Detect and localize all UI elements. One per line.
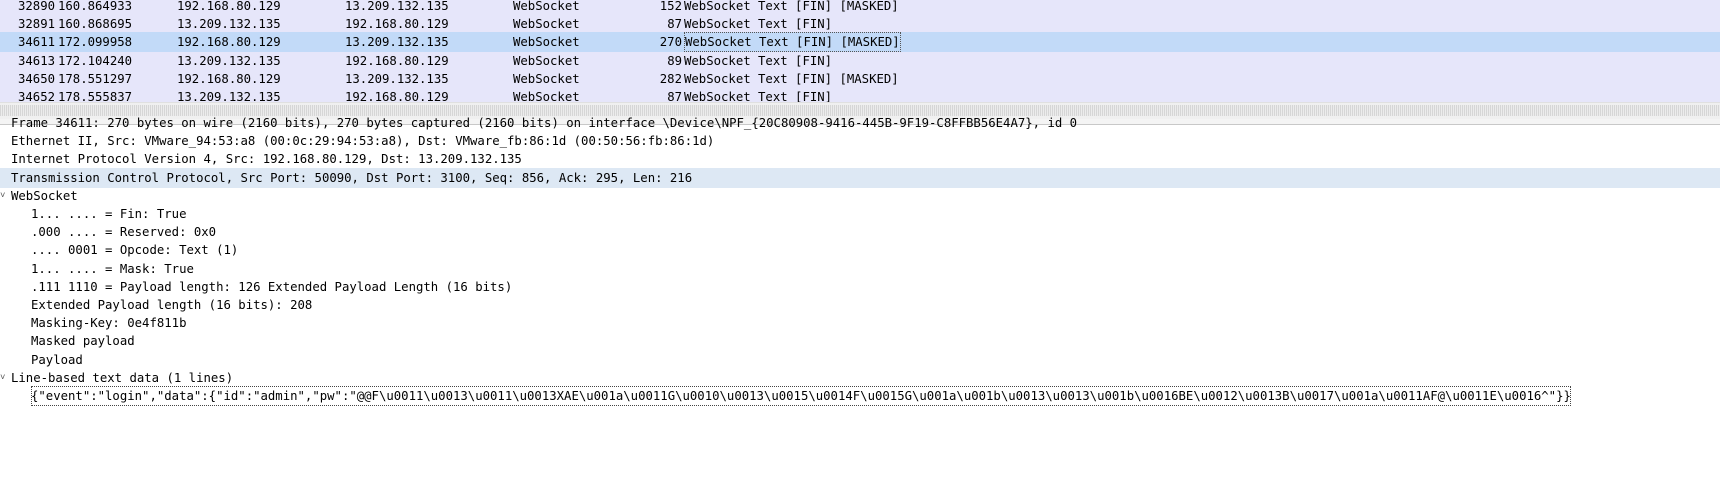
packet-no-cell: 34613	[18, 53, 56, 68]
packet-len-cell: 270	[659, 35, 682, 50]
packet-src-cell: 192.168.80.129	[177, 35, 281, 50]
packet-dst-cell: 192.168.80.129	[345, 17, 449, 32]
packet-src-cell: 192.168.80.129	[177, 71, 281, 86]
packet-dst-cell: 192.168.80.129	[345, 53, 449, 68]
detail-tree-label: Ethernet II, Src: VMware_94:53:a8 (00:0c…	[11, 134, 715, 149]
expand-arrow-icon[interactable]: ˅	[0, 368, 5, 388]
detail-tree-item[interactable]: .000 .... = Reserved: 0x0	[0, 222, 1720, 242]
detail-tree-item[interactable]: ˅ WebSocket	[0, 186, 1720, 206]
packet-no-cell: 32891	[18, 17, 56, 32]
packet-info-cell: WebSocket Text [FIN] [MASKED]	[684, 32, 901, 53]
packet-len-cell: 87	[667, 90, 682, 102]
detail-tree-label: Internet Protocol Version 4, Src: 192.16…	[11, 152, 522, 167]
detail-tree-item[interactable]: Ethernet II, Src: VMware_94:53:a8 (00:0c…	[0, 131, 1720, 151]
packet-row[interactable]: 34613 172.104240 13.209.132.135 192.168.80.…	[0, 51, 1720, 71]
packet-time-cell: 178.551297	[58, 71, 133, 86]
expand-arrow-icon[interactable]: ˅	[0, 186, 5, 206]
detail-tree-label: Frame 34611: 270 bytes on wire (2160 bit…	[11, 116, 1078, 130]
packet-time-cell: 178.555837	[58, 90, 133, 102]
packet-info-cell: WebSocket Text [FIN]	[684, 90, 833, 102]
detail-tree-label: WebSocket	[11, 188, 78, 203]
detail-tree-item[interactable]: 1... .... = Fin: True	[0, 204, 1720, 224]
packet-len-cell: 87	[667, 17, 682, 32]
packet-len-cell: 282	[659, 71, 682, 86]
packet-info-cell: WebSocket Text [FIN] [MASKED]	[684, 71, 899, 86]
detail-tree-label: Masked payload	[31, 334, 135, 349]
detail-tree-item[interactable]: 1... .... = Mask: True	[0, 259, 1720, 279]
detail-tree-item[interactable]: Internet Protocol Version 4, Src: 192.16…	[0, 149, 1720, 169]
packet-src-cell: 13.209.132.135	[177, 17, 281, 32]
detail-tree-label: .... 0001 = Opcode: Text (1)	[31, 243, 239, 258]
packet-proto-cell: WebSocket	[513, 71, 580, 86]
packet-time-cell: 172.104240	[58, 53, 133, 68]
detail-tree-item[interactable]: Extended Payload length (16 bits): 208	[0, 295, 1720, 315]
detail-tree-item[interactable]: Masked payload	[0, 331, 1720, 351]
detail-tree-item[interactable]: Transmission Control Protocol, Src Port:…	[0, 167, 1720, 188]
detail-tree-label: Line-based text data (1 lines)	[11, 370, 234, 385]
detail-tree-label: Masking-Key: 0e4f811b	[31, 316, 187, 331]
packet-dst-cell: 192.168.80.129	[345, 90, 449, 102]
packet-list[interactable]: 32890 160.864933 192.168.80.129 13.209.132.…	[0, 0, 1720, 102]
detail-tree-label: Extended Payload length (16 bits): 208	[31, 298, 313, 312]
detail-tree-item[interactable]: Payload	[0, 350, 1720, 370]
detail-tree-label: 1... .... = Fin: True	[31, 207, 187, 221]
packet-no-cell: 34650	[18, 71, 56, 86]
packet-row[interactable]: 34650 178.551297 192.168.80.129 13.209.132.…	[0, 69, 1720, 89]
packet-dst-cell: 13.209.132.135	[345, 35, 449, 50]
packet-proto-cell: WebSocket	[513, 17, 580, 32]
packet-proto-cell: WebSocket	[513, 90, 580, 102]
packet-dst-cell: 13.209.132.135	[345, 71, 449, 86]
packet-info-cell: WebSocket Text [FIN]	[684, 53, 833, 68]
packet-no-cell: 34652	[18, 90, 56, 102]
detail-tree-item[interactable]: Masking-Key: 0e4f811b	[0, 313, 1720, 333]
packet-src-cell: 13.209.132.135	[177, 53, 281, 68]
detail-tree-item[interactable]: .... 0001 = Opcode: Text (1)	[0, 240, 1720, 260]
packet-row[interactable]: 32891 160.868695 13.209.132.135 192.168.80.…	[0, 14, 1720, 34]
detail-tree-label: .111 1110 = Payload length: 126 Extended…	[31, 279, 513, 294]
detail-tree-label: Payload	[31, 352, 83, 367]
detail-tree-item[interactable]: .111 1110 = Payload length: 126 Extended…	[0, 277, 1720, 297]
detail-tree-item[interactable]: ˅ Line-based text data (1 lines)	[0, 368, 1720, 388]
packet-proto-cell: WebSocket	[513, 35, 580, 50]
packet-proto-cell: WebSocket	[513, 53, 580, 68]
packet-no-cell: 34611	[18, 35, 56, 50]
detail-tree-label: .000 .... = Reserved: 0x0	[31, 225, 217, 240]
detail-tree-label: Transmission Control Protocol, Src Port:…	[11, 170, 693, 185]
packet-len-cell: 89	[667, 53, 682, 68]
detail-tree-label: 1... .... = Mask: True	[31, 261, 194, 276]
packet-time-cell: 160.868695	[58, 17, 133, 32]
packet-details-tree[interactable]: Frame 34611: 270 bytes on wire (2160 bit…	[0, 116, 1720, 489]
packet-row[interactable]: 34652 178.555837 13.209.132.135 192.168.80.…	[0, 87, 1720, 102]
detail-tree-label: {"event":"login","data":{"id":"admin","p…	[31, 386, 1571, 406]
packet-src-cell: 13.209.132.135	[177, 90, 281, 102]
packet-time-cell: 172.099958	[58, 35, 133, 50]
packet-row[interactable]: 34611 172.099958 192.168.80.129 13.209.132.…	[0, 32, 1720, 53]
detail-tree-item[interactable]: Frame 34611: 270 bytes on wire (2160 bit…	[0, 113, 1720, 133]
detail-tree-item[interactable]: {"event":"login","data":{"id":"admin","p…	[0, 386, 1720, 406]
packet-info-cell: WebSocket Text [FIN]	[684, 17, 833, 32]
